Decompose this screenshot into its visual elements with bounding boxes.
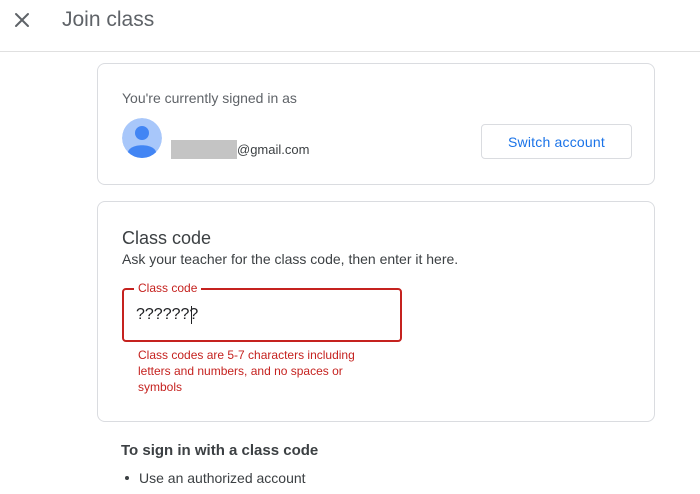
class-code-card: Class code Ask your teacher for the clas… [97,201,655,422]
avatar [122,118,162,158]
bullet-icon [125,476,129,480]
class-code-field-label: Class code [134,281,202,295]
email-domain: @gmail.com [237,142,310,157]
class-code-field[interactable]: Class code [122,281,402,342]
class-code-heading: Class code [122,228,212,248]
text-caret [191,306,192,324]
list-item: Use an authorized account [121,470,306,486]
signin-help-list: Use an authorized account [121,470,306,486]
class-code-error: Class codes are 5-7 characters including… [138,348,355,394]
top-bar: Join class [0,0,700,52]
list-item-text: Use an authorized account [139,470,306,486]
account-card: You're currently signed in as @gmail.com… [97,63,655,185]
redacted-email-user [171,140,237,159]
class-code-instructions: Ask your teacher for the class code, the… [122,251,459,267]
page-title: Join class [62,8,155,31]
class-code-input[interactable] [136,304,386,326]
close-button[interactable] [6,4,38,36]
close-icon [15,13,29,27]
switch-account-button[interactable]: Switch account [481,124,632,159]
signed-in-label: You're currently signed in as [122,90,297,106]
signin-help-heading: To sign in with a class code [121,442,319,459]
account-email: @gmail.com [171,140,309,159]
person-icon [122,118,162,158]
